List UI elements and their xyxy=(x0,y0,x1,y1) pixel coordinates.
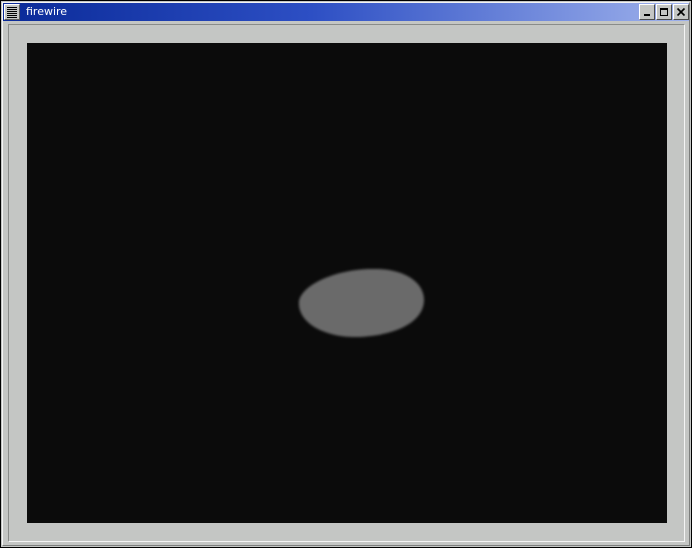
close-icon xyxy=(676,7,686,17)
maximize-icon xyxy=(660,8,668,16)
video-display xyxy=(27,43,667,523)
window-title: firewire xyxy=(26,5,68,18)
maximize-button[interactable] xyxy=(656,4,672,20)
window-menu-button[interactable] xyxy=(4,4,20,20)
minimize-button[interactable] xyxy=(639,4,655,20)
minimize-icon xyxy=(644,14,650,16)
title-bar[interactable]: firewire xyxy=(3,3,689,21)
close-button[interactable] xyxy=(673,4,689,20)
camera-blob xyxy=(298,268,425,338)
application-window: firewire xyxy=(0,0,692,548)
video-frame xyxy=(298,268,425,338)
window-menu-icon xyxy=(7,7,17,18)
